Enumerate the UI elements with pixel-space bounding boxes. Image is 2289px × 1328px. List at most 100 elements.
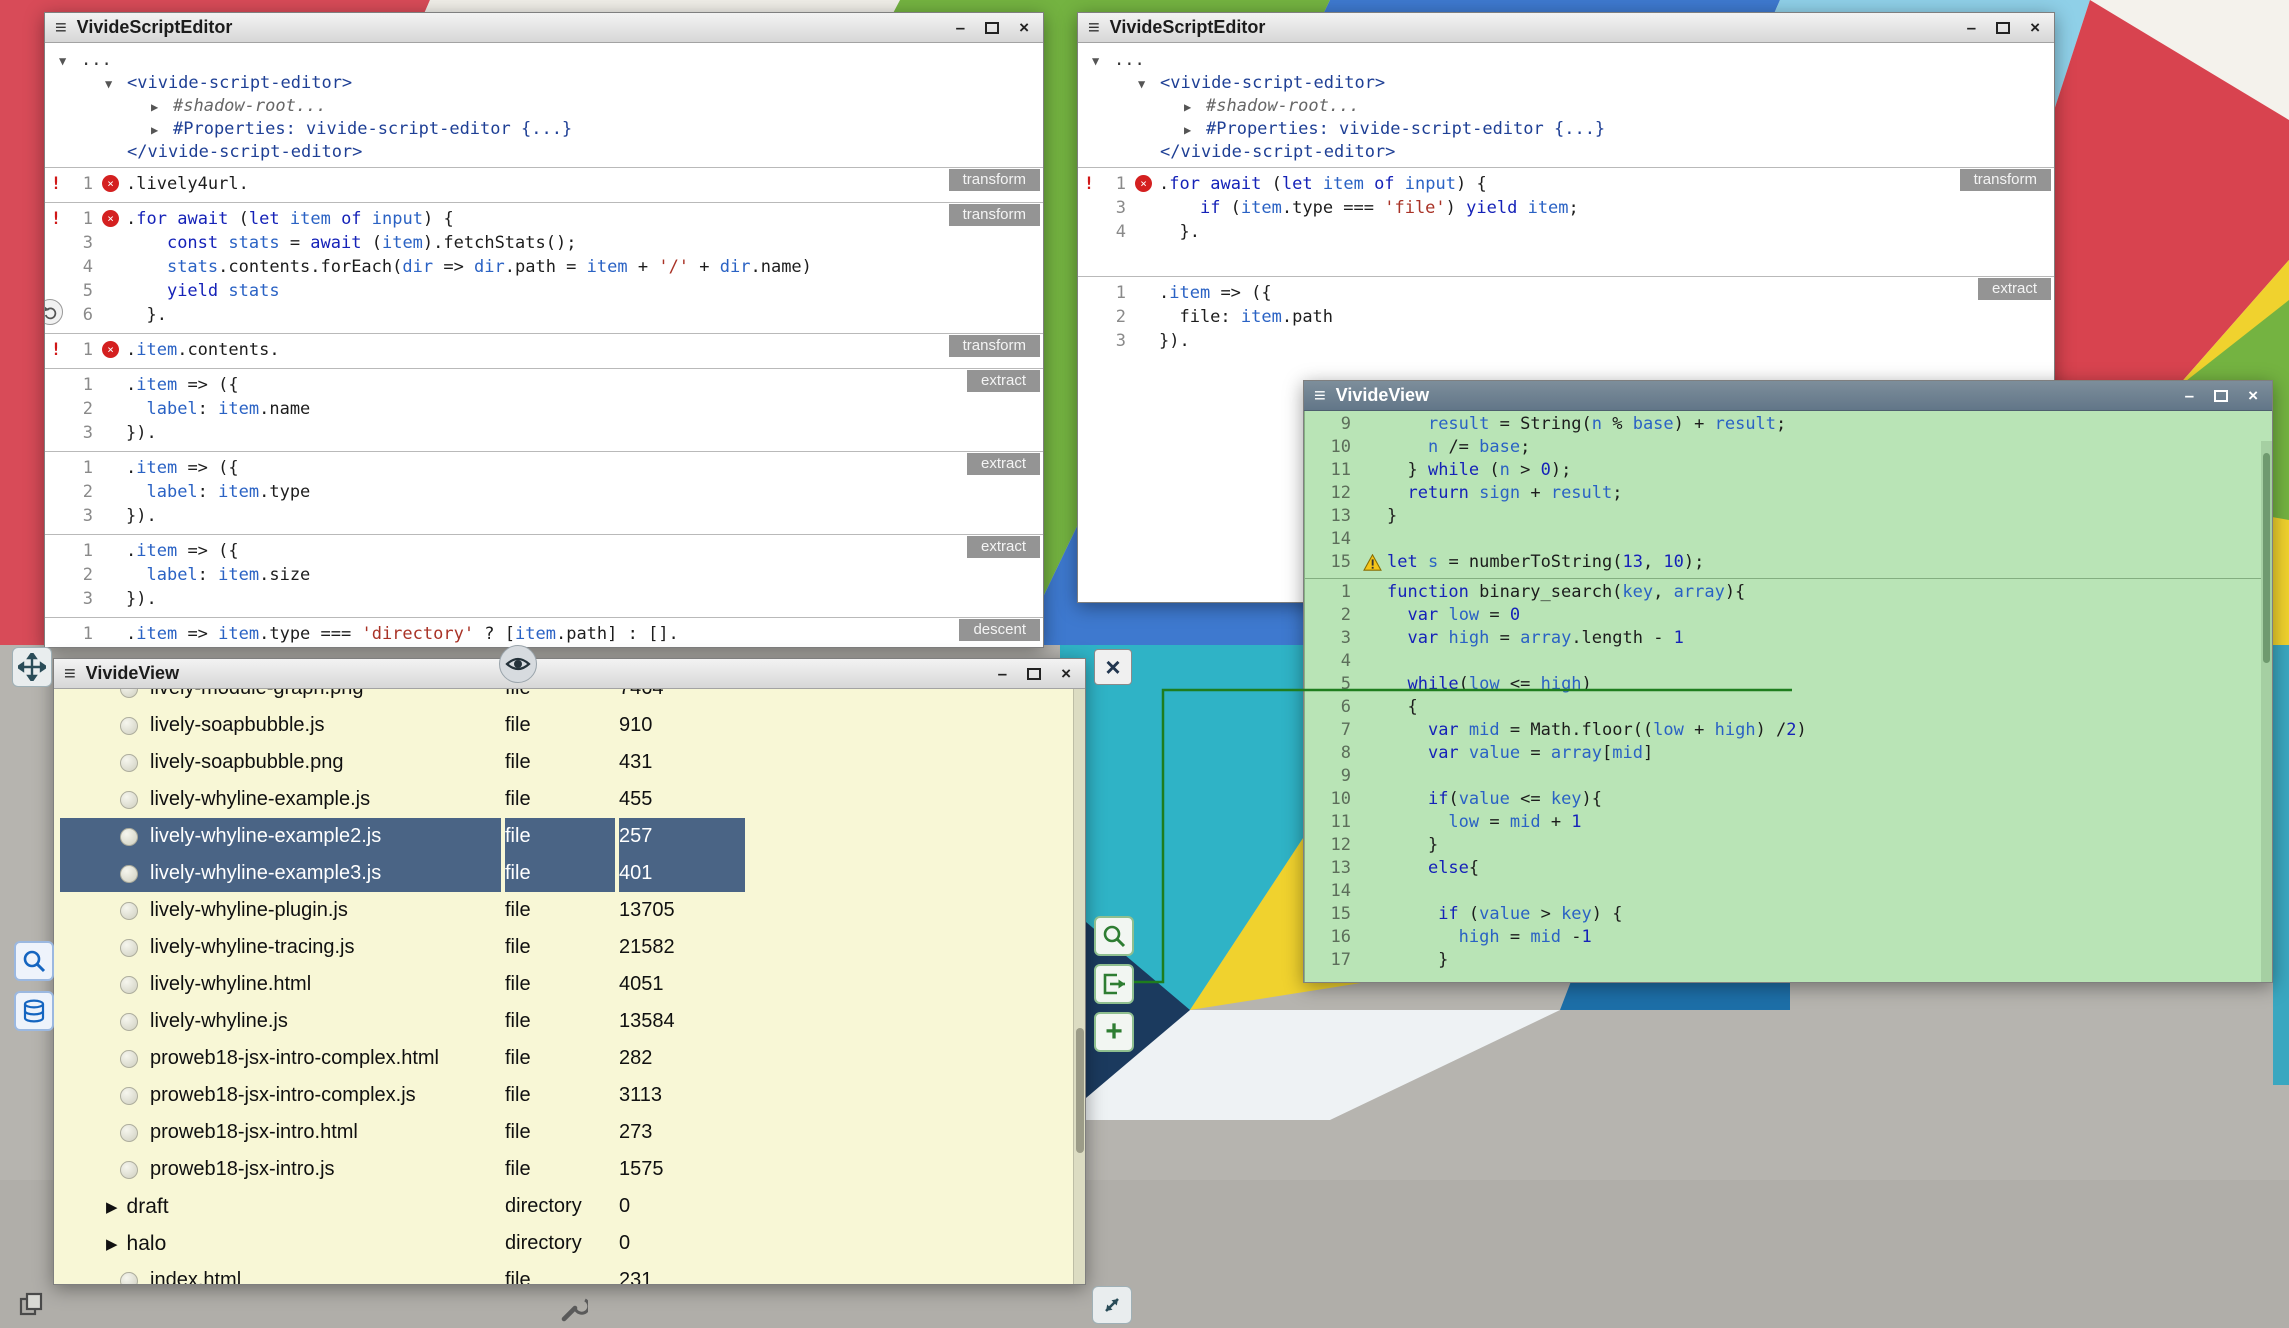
chevron-down-icon[interactable]: ▼ (1092, 50, 1114, 72)
script-type-chip[interactable]: transform (1960, 169, 2051, 191)
file-name-cell[interactable]: proweb18-jsx-intro-complex.html (60, 1040, 501, 1077)
code-line[interactable]: 1×.item => ({ (45, 373, 1043, 397)
tree-item[interactable]: ▶#shadow-root... (1078, 95, 2054, 118)
file-row[interactable]: proweb18-jsx-intro.jsfile1575 (54, 1151, 1073, 1188)
script-type-chip[interactable]: extract (967, 453, 1040, 475)
maximize-button[interactable] (1996, 22, 2010, 34)
file-name-cell[interactable]: lively-whyline-plugin.js (60, 892, 501, 929)
chevron-down-icon[interactable]: ▼ (59, 50, 81, 72)
tree-item[interactable]: ▶#Properties: vivide-script-editor {...} (45, 118, 1043, 141)
menu-icon[interactable]: ≡ (1088, 13, 1100, 43)
tree-item[interactable]: ▼<vivide-script-editor> (1078, 72, 2054, 95)
code-line[interactable]: 9 (1305, 765, 2272, 788)
chevron-down-icon[interactable]: ▼ (1138, 73, 1160, 95)
detach-close-button[interactable]: × (1094, 649, 1132, 685)
script-type-chip[interactable]: transform (949, 335, 1040, 357)
file-name-cell[interactable]: lively-module-graph.png (60, 689, 501, 707)
code-line[interactable]: 2× label: item.size (45, 563, 1043, 587)
code-line[interactable]: 15 if (value > key) { (1305, 903, 2272, 926)
titlebar[interactable]: ≡ VivideView – × (54, 659, 1085, 689)
code-line[interactable]: 4 (1305, 650, 2272, 673)
file-row[interactable]: proweb18-jsx-intro.htmlfile273 (54, 1114, 1073, 1151)
minimize-button[interactable]: – (998, 664, 1007, 684)
chevron-right-icon[interactable]: ▶ (151, 119, 173, 141)
code-line[interactable]: 11 } while (n > 0); (1305, 459, 2272, 482)
tree-item[interactable]: ▼... (45, 49, 1043, 72)
code-line[interactable]: 6 { (1305, 696, 2272, 719)
tree-item[interactable]: </vivide-script-editor> (45, 141, 1043, 163)
code-line[interactable]: 3× const stats = await (item).fetchStats… (45, 231, 1043, 255)
tree-item[interactable]: ▶#shadow-root... (45, 95, 1043, 118)
code-line[interactable]: 4× }. (1078, 220, 2054, 244)
file-row[interactable]: lively-whyline-tracing.jsfile21582 (54, 929, 1073, 966)
code-line[interactable]: 9 result = String(n % base) + result; (1305, 413, 2272, 436)
maximize-button[interactable] (1027, 668, 1041, 680)
code-line[interactable]: 2 var low = 0 (1305, 604, 2272, 627)
tree-item[interactable]: </vivide-script-editor> (1078, 141, 2054, 163)
code-line[interactable]: 5 while(low <= high) (1305, 673, 2272, 696)
tree-item[interactable]: ▼... (1078, 49, 2054, 72)
code-line[interactable]: 2× label: item.type (45, 480, 1043, 504)
tree-item[interactable]: ▶#Properties: vivide-script-editor {...} (1078, 118, 2054, 141)
scrollbar-thumb[interactable] (1076, 1028, 1084, 1153)
file-row[interactable]: proweb18-jsx-intro-complex.htmlfile282 (54, 1040, 1073, 1077)
close-button[interactable]: × (1019, 18, 1029, 38)
script-type-chip[interactable]: extract (967, 370, 1040, 392)
minimize-button[interactable]: – (1967, 18, 1976, 38)
file-row[interactable]: lively-whyline.htmlfile4051 (54, 966, 1073, 1003)
data-source-button[interactable] (14, 991, 54, 1031)
file-name-cell[interactable]: index.html (60, 1262, 501, 1284)
file-name-cell[interactable]: ▶halo (60, 1225, 501, 1262)
code-line[interactable]: 3×}). (45, 587, 1043, 611)
code-line[interactable]: 16 high = mid -1 (1305, 926, 2272, 949)
file-row[interactable]: lively-whyline-example.jsfile455 (54, 781, 1073, 818)
file-name-cell[interactable]: lively-whyline.html (60, 966, 501, 1003)
code-line[interactable]: 15let s = numberToString(13, 10); (1305, 551, 2272, 574)
file-row[interactable]: lively-module-graph.pngfile7464 (54, 689, 1073, 707)
script-type-chip[interactable]: transform (949, 169, 1040, 191)
code-line[interactable]: 14 (1305, 880, 2272, 903)
script-type-chip[interactable]: extract (1978, 278, 2051, 300)
maximize-button[interactable] (985, 22, 999, 34)
file-name-cell[interactable]: proweb18-jsx-intro.js (60, 1151, 501, 1188)
code-line[interactable]: 6× }. (45, 303, 1043, 327)
expand-directory-icon[interactable]: ▶ (106, 1235, 118, 1253)
titlebar[interactable]: ≡ VivideView – × (1304, 381, 2272, 411)
code-line[interactable]: !1×.for await (let item of input) { (45, 207, 1043, 231)
file-row[interactable]: lively-whyline-plugin.jsfile13705 (54, 892, 1073, 929)
code-line[interactable]: !1×.lively4url. (45, 172, 1043, 196)
tree-item[interactable]: ▼<vivide-script-editor> (45, 72, 1043, 95)
resize-expand-button[interactable] (1092, 1286, 1132, 1324)
code-line[interactable]: 2× label: item.name (45, 397, 1043, 421)
file-name-cell[interactable]: proweb18-jsx-intro-complex.js (60, 1077, 501, 1114)
menu-icon[interactable]: ≡ (64, 659, 76, 689)
code-line[interactable]: 1×.item => ({ (1078, 281, 2054, 305)
code-line[interactable]: 14 (1305, 528, 2272, 551)
settings-tool-button[interactable] (556, 1290, 590, 1324)
script-type-chip[interactable]: extract (967, 536, 1040, 558)
code-line[interactable]: 13 else{ (1305, 857, 2272, 880)
file-name-cell[interactable]: lively-whyline.js (60, 1003, 501, 1040)
file-row[interactable]: lively-soapbubble.pngfile431 (54, 744, 1073, 781)
visibility-toggle[interactable] (499, 645, 537, 683)
code-line[interactable]: 7 var mid = Math.floor((low + high) /2) (1305, 719, 2272, 742)
scrollbar[interactable] (2261, 441, 2272, 982)
file-name-cell[interactable]: lively-whyline-example3.js (60, 855, 501, 892)
file-name-cell[interactable]: lively-soapbubble.js (60, 707, 501, 744)
chevron-right-icon[interactable]: ▶ (1184, 96, 1206, 118)
inspect-button[interactable] (1094, 916, 1134, 956)
menu-icon[interactable]: ≡ (1314, 381, 1326, 411)
code-line[interactable]: 8 var value = array[mid] (1305, 742, 2272, 765)
chevron-right-icon[interactable]: ▶ (1184, 119, 1206, 141)
menu-icon[interactable]: ≡ (55, 13, 67, 43)
code-line[interactable]: 12 } (1305, 834, 2272, 857)
minimize-button[interactable]: – (2185, 386, 2194, 406)
export-target-button[interactable] (1094, 964, 1134, 1004)
file-row[interactable]: lively-soapbubble.jsfile910 (54, 707, 1073, 744)
code-line[interactable]: 2× file: item.path (1078, 305, 2054, 329)
code-line[interactable]: 3×}). (1078, 329, 2054, 353)
scrollbar-thumb[interactable] (2263, 453, 2270, 663)
maximize-button[interactable] (2214, 390, 2228, 402)
code-line[interactable]: 1×.item => ({ (45, 539, 1043, 563)
code-line[interactable]: 3×}). (45, 421, 1043, 445)
